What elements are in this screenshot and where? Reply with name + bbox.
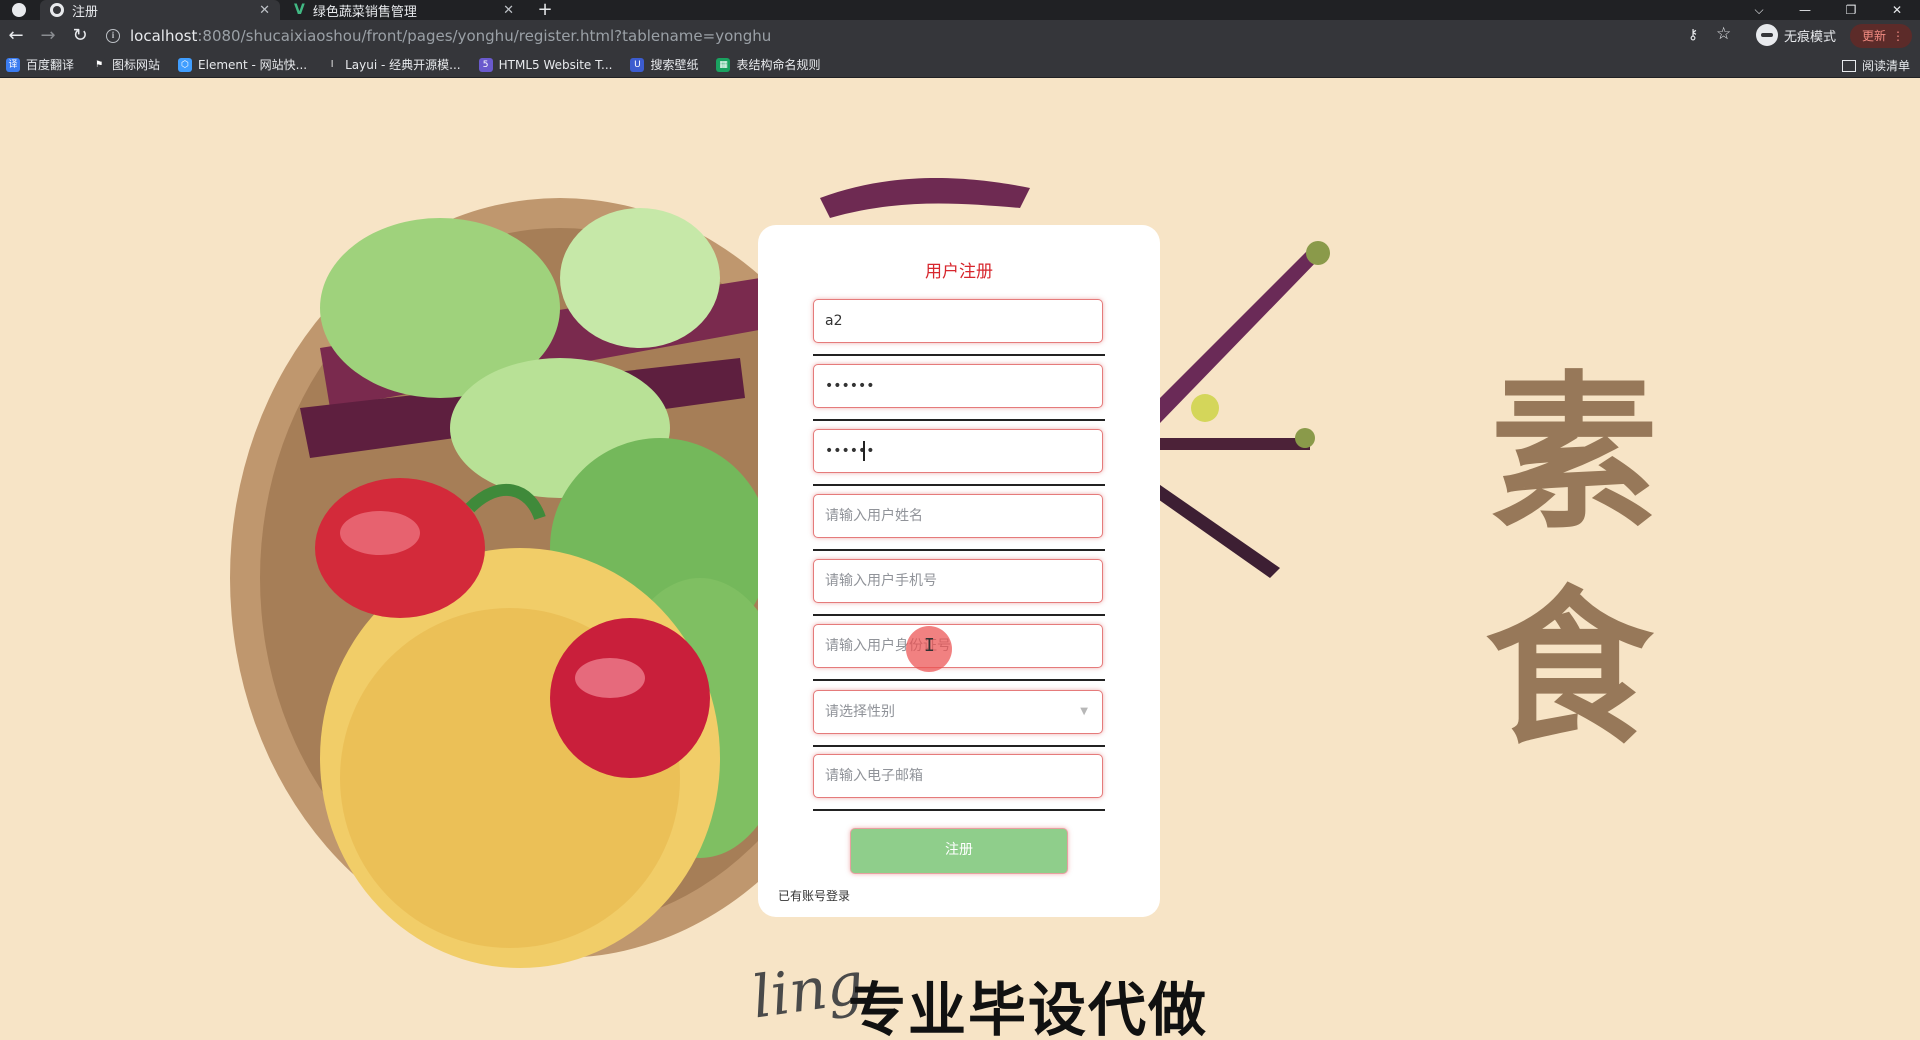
field-underline bbox=[813, 809, 1105, 811]
password-key-icon[interactable]: ⚷ bbox=[1688, 27, 1698, 43]
chevron-down-icon: ▼ bbox=[1080, 706, 1088, 717]
address-bar[interactable]: i localhost:8080/shucaixiaoshou/front/pa… bbox=[106, 24, 1686, 48]
bookmark-label: 搜索壁纸 bbox=[650, 58, 699, 72]
globe-icon bbox=[50, 3, 64, 17]
reading-list-button[interactable]: 阅读清单 bbox=[1841, 57, 1910, 74]
baidu-translate-icon: 译 bbox=[6, 57, 20, 72]
field-underline bbox=[813, 354, 1105, 356]
menu-dots-icon: ⋮ bbox=[1892, 29, 1904, 43]
side-character-su: 素 bbox=[1490, 354, 1658, 552]
password-field bbox=[813, 364, 1105, 421]
bookmark-item[interactable]: 5 HTML5 Website T... bbox=[478, 57, 613, 72]
tab-search-icon[interactable]: ⌵ bbox=[1736, 0, 1782, 20]
reload-button[interactable]: ↻ bbox=[64, 20, 96, 52]
bookmark-label: 百度翻译 bbox=[26, 58, 75, 72]
vue-icon: V bbox=[294, 2, 305, 18]
register-button[interactable]: 注册 bbox=[850, 828, 1068, 874]
field-underline bbox=[813, 549, 1105, 551]
close-icon[interactable]: ✕ bbox=[503, 3, 514, 18]
window-controls: ⌵ — ❐ ✕ bbox=[1736, 0, 1920, 20]
url-host: localhost bbox=[130, 27, 198, 45]
field-underline bbox=[813, 679, 1105, 681]
layui-icon: l bbox=[325, 57, 340, 72]
tab-strip: 注册 ✕ V 绿色蔬菜销售管理 ✕ + ⌵ — ❐ ✕ bbox=[0, 0, 1920, 20]
id-card-field bbox=[813, 624, 1105, 681]
tab-title: 绿色蔬菜销售管理 bbox=[312, 4, 417, 20]
bookmark-item[interactable]: U 搜索壁纸 bbox=[630, 56, 698, 73]
bookmarks-bar: 译百度翻译 ⚑ 图标网站 ⬡ Element - 网站快... l Layui - 经典开源… bbox=[0, 52, 1920, 78]
new-tab-button[interactable]: + bbox=[535, 0, 555, 20]
username-input[interactable] bbox=[813, 299, 1103, 343]
username-field bbox=[813, 299, 1105, 356]
flag-icon: ⚑ bbox=[92, 57, 107, 72]
browser-menu-icon[interactable] bbox=[12, 3, 26, 17]
login-link[interactable]: 已有账号登录 bbox=[778, 887, 850, 904]
site-info-icon[interactable]: i bbox=[106, 29, 120, 43]
email-field bbox=[813, 754, 1105, 811]
wallpaper-icon: U bbox=[630, 57, 645, 72]
id-card-input[interactable] bbox=[813, 624, 1103, 668]
incognito-icon bbox=[1756, 24, 1778, 46]
bookmark-label: 图标网站 bbox=[112, 58, 161, 72]
close-window-button[interactable]: ✕ bbox=[1874, 0, 1920, 20]
back-button[interactable]: ← bbox=[0, 20, 32, 52]
text-cursor bbox=[863, 441, 865, 461]
bookmark-item[interactable]: l Layui - 经典开源模... bbox=[325, 56, 461, 73]
watermark-text: 专业毕设代做 bbox=[848, 976, 1209, 1040]
field-underline bbox=[813, 745, 1105, 747]
update-button[interactable]: 更新 ⋮ bbox=[1850, 24, 1912, 48]
register-card: 用户注册 请选择性别 ▼ bbox=[758, 225, 1160, 917]
bookmark-star-icon[interactable]: ☆ bbox=[1716, 24, 1731, 44]
minimize-button[interactable]: — bbox=[1782, 0, 1828, 20]
bookmark-item[interactable]: ⚑ 图标网站 bbox=[92, 56, 160, 73]
bookmark-label: HTML5 Website T... bbox=[498, 57, 613, 72]
tab-register[interactable]: 注册 ✕ bbox=[40, 0, 280, 20]
incognito-indicator[interactable]: 无痕模式 bbox=[1756, 24, 1836, 46]
restore-button[interactable]: ❐ bbox=[1828, 0, 1874, 20]
tab-title: 注册 bbox=[72, 4, 99, 20]
forward-button[interactable]: → bbox=[32, 20, 64, 52]
text-cursor-icon: I bbox=[924, 635, 935, 656]
password-input[interactable] bbox=[813, 364, 1103, 408]
browser-toolbar: ← → ↻ i localhost:8080/shucaixiaoshou/fr… bbox=[0, 20, 1920, 52]
phone-input[interactable] bbox=[813, 559, 1103, 603]
form-title: 用户注册 bbox=[925, 262, 993, 282]
field-underline bbox=[813, 419, 1105, 421]
gender-field: 请选择性别 ▼ bbox=[813, 690, 1105, 747]
bookmark-label: 表结构命名规则 bbox=[736, 58, 821, 72]
reading-list-icon bbox=[1841, 59, 1856, 72]
real-name-field bbox=[813, 494, 1105, 551]
confirm-password-input[interactable] bbox=[813, 429, 1103, 473]
gender-select-placeholder: 请选择性别 bbox=[825, 704, 895, 720]
confirm-password-field bbox=[813, 429, 1105, 486]
bookmark-item[interactable]: ▦ 表结构命名规则 bbox=[716, 56, 820, 73]
page-content: 素 食 ling 专业毕设代做 用户注册 a2 •••••• •••••• 请输… bbox=[0, 78, 1920, 1040]
reading-list-label: 阅读清单 bbox=[1861, 59, 1910, 73]
field-underline bbox=[813, 614, 1105, 616]
gender-select[interactable]: 请选择性别 ▼ bbox=[813, 690, 1103, 734]
bookmark-label: Element - 网站快... bbox=[198, 58, 308, 72]
email-input[interactable] bbox=[813, 754, 1103, 798]
bookmark-label: Layui - 经典开源模... bbox=[345, 58, 461, 72]
real-name-input[interactable] bbox=[813, 494, 1103, 538]
bookmark-item[interactable]: 译百度翻译 bbox=[6, 56, 74, 73]
side-character-shi: 食 bbox=[1485, 569, 1653, 767]
url-path: :8080/shucaixiaoshou/front/pages/yonghu/… bbox=[197, 27, 772, 45]
tab-vegetable-sales[interactable]: V 绿色蔬菜销售管理 ✕ bbox=[284, 0, 524, 20]
bookmark-item[interactable]: ⬡ Element - 网站快... bbox=[178, 56, 307, 73]
close-icon[interactable]: ✕ bbox=[259, 3, 270, 18]
update-label: 更新 bbox=[1862, 29, 1887, 43]
phone-field bbox=[813, 559, 1105, 616]
sheet-icon: ▦ bbox=[716, 57, 731, 72]
html5-icon: 5 bbox=[478, 57, 493, 72]
field-underline bbox=[813, 484, 1105, 486]
element-icon: ⬡ bbox=[178, 57, 193, 72]
incognito-label: 无痕模式 bbox=[1784, 29, 1837, 45]
